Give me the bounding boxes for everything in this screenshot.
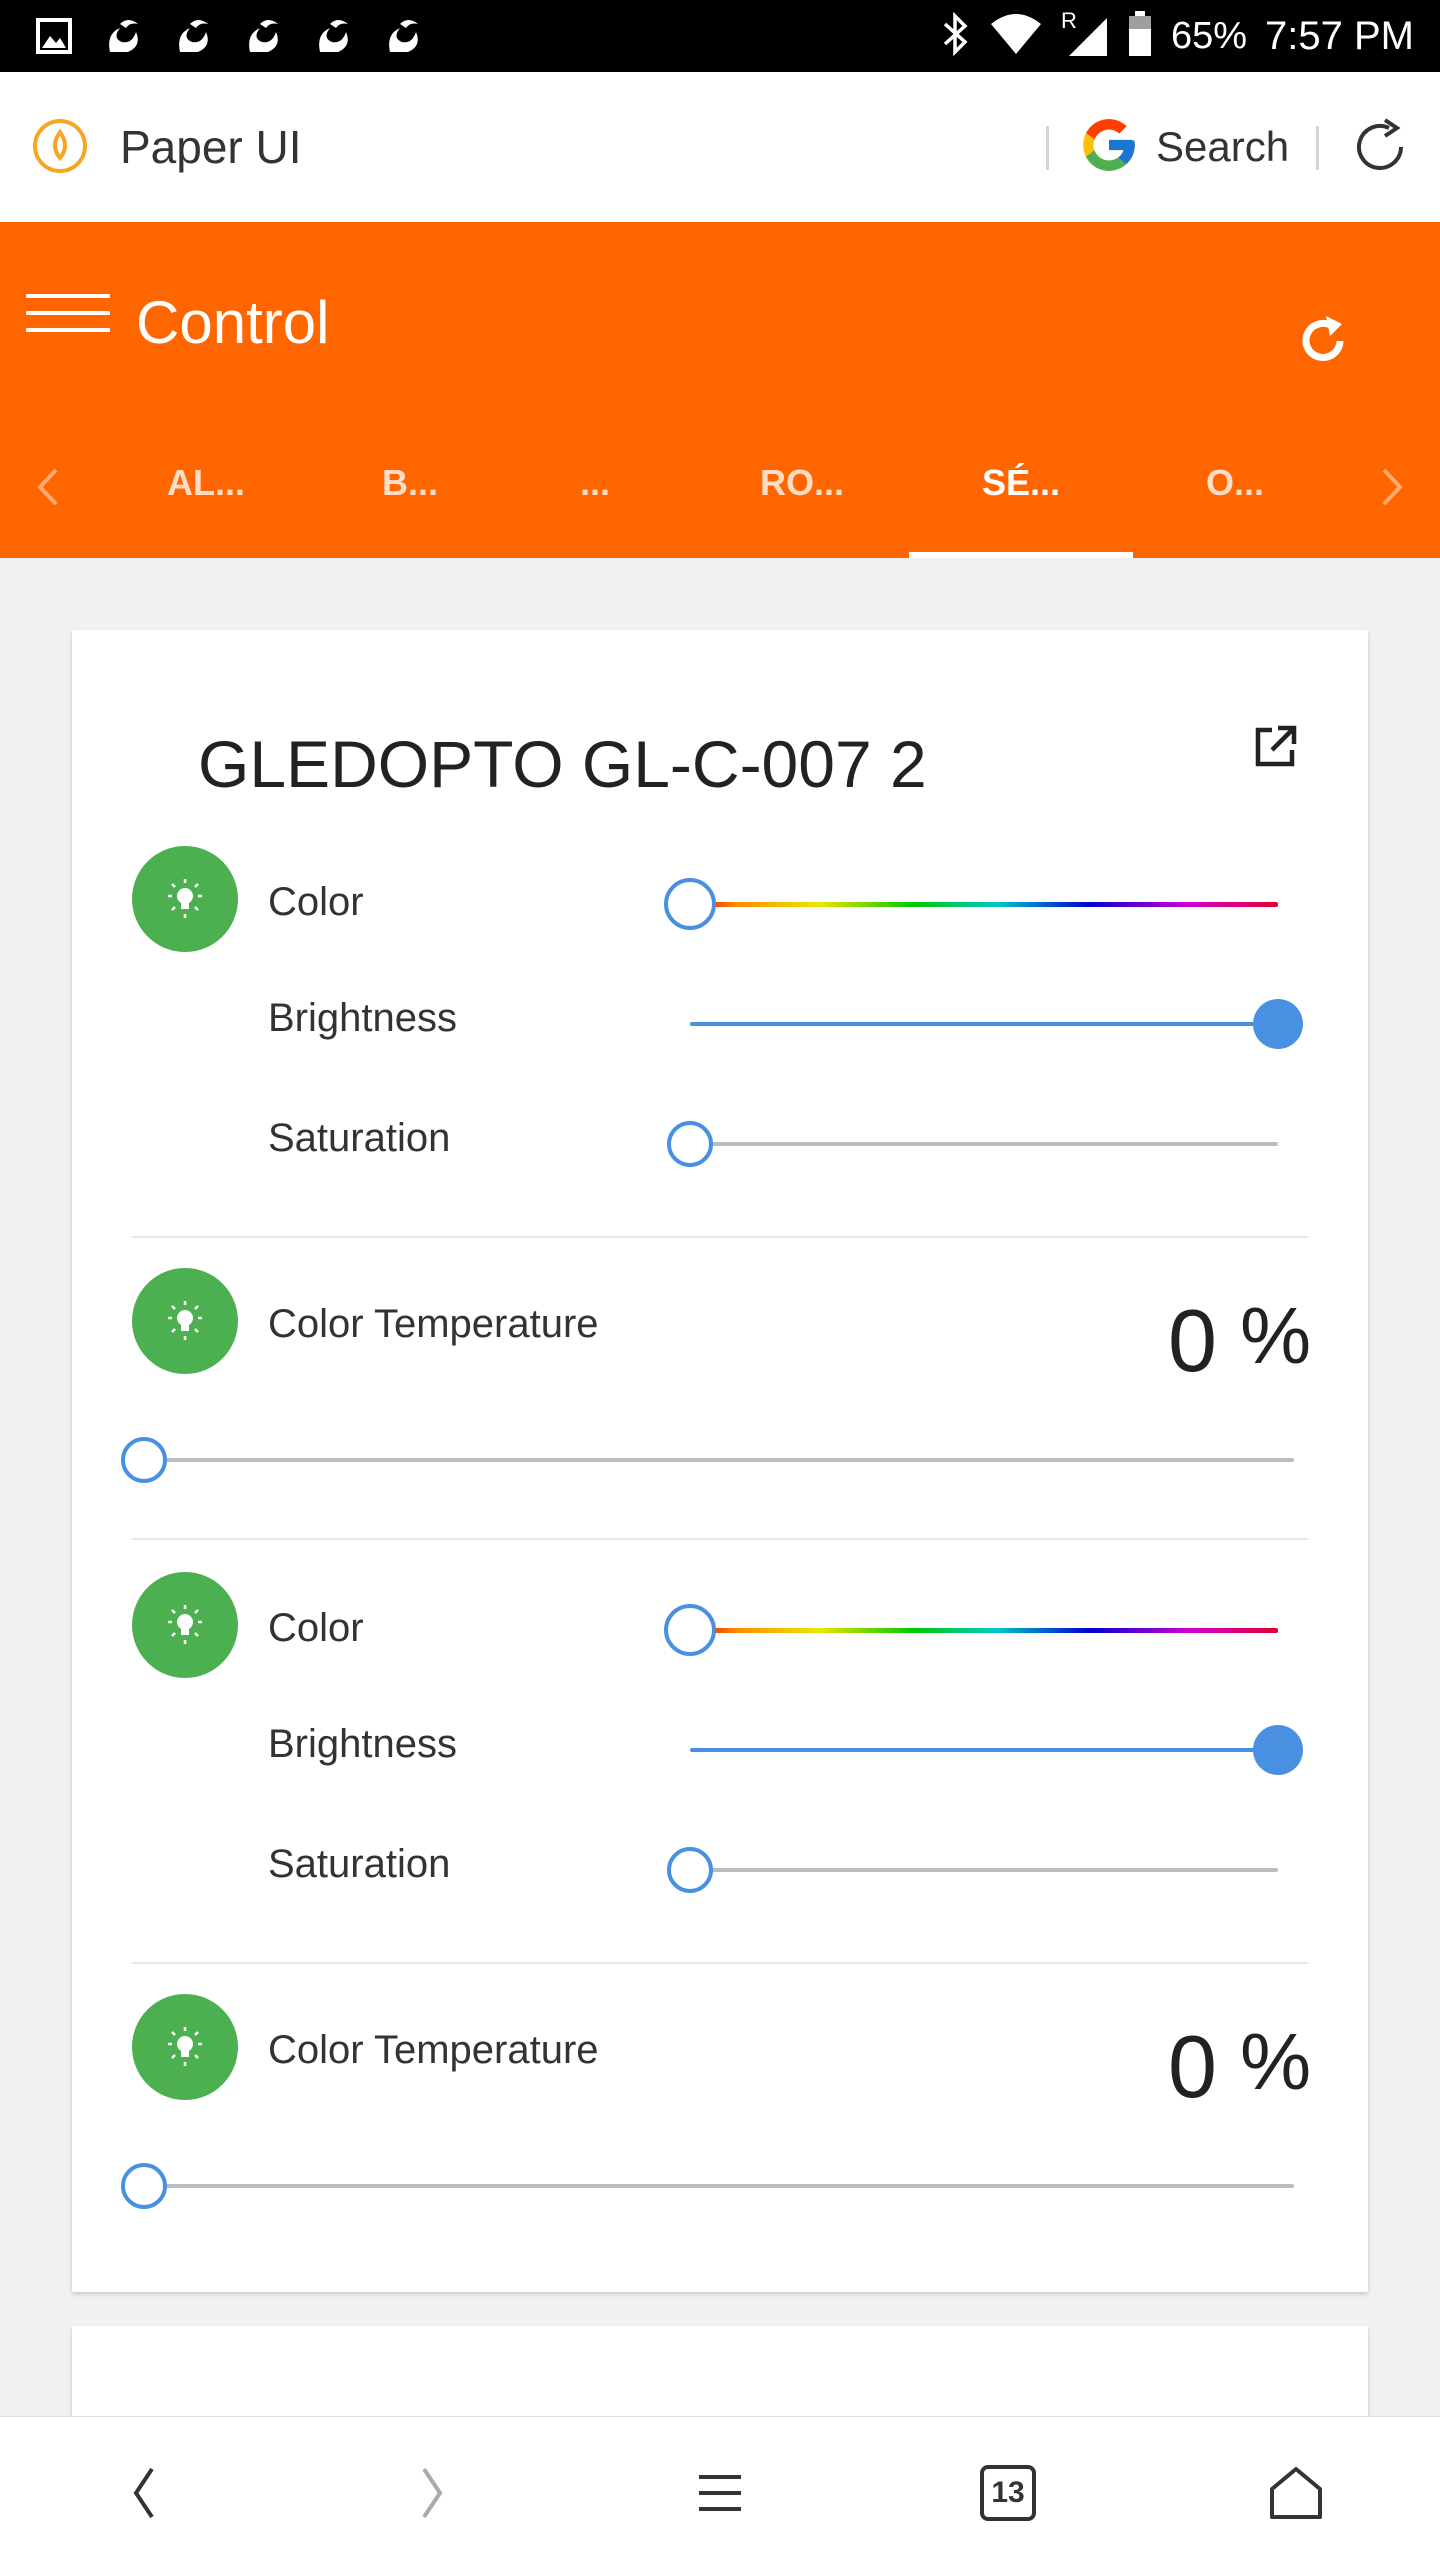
tab-count: 13 bbox=[991, 2476, 1025, 2509]
color-temperature-value: 0 bbox=[1168, 2017, 1217, 2116]
divider bbox=[1046, 126, 1049, 170]
battery-percent: 65% bbox=[1170, 14, 1248, 57]
forward-icon[interactable] bbox=[392, 2453, 472, 2533]
thing-card: GLEDOPTO GL-C-007 2 Color Brightness Sat… bbox=[72, 630, 1368, 2292]
hue-slider-track[interactable] bbox=[690, 902, 1278, 907]
saturation-label: Saturation bbox=[268, 1116, 451, 1160]
wifi-icon bbox=[989, 12, 1043, 61]
brightness-slider-thumb[interactable] bbox=[1253, 1725, 1303, 1775]
status-bar: R 65% 7:57 PM bbox=[0, 0, 1440, 72]
tab-ro[interactable]: RO... bbox=[722, 408, 882, 558]
hue-slider-thumb[interactable] bbox=[664, 878, 716, 930]
gallery-notification-icon bbox=[30, 12, 78, 60]
hue-slider-track[interactable] bbox=[690, 1628, 1278, 1633]
divider bbox=[132, 1538, 1308, 1540]
card-title: GLEDOPTO GL-C-007 2 bbox=[198, 727, 927, 801]
site-title[interactable]: Paper UI bbox=[120, 120, 302, 174]
saturation-slider-track[interactable] bbox=[690, 1868, 1278, 1872]
color-temperature-unit: % bbox=[1240, 2017, 1312, 2106]
browser-notification-icon bbox=[310, 12, 358, 60]
brightness-slider-thumb[interactable] bbox=[1253, 999, 1303, 1049]
reload-icon[interactable] bbox=[1345, 112, 1415, 182]
saturation-slider-thumb[interactable] bbox=[667, 1121, 713, 1167]
refresh-icon[interactable] bbox=[1292, 310, 1354, 372]
search-button[interactable]: Search bbox=[1078, 112, 1289, 182]
lightbulb-icon bbox=[132, 1268, 238, 1374]
brightness-label: Brightness bbox=[268, 996, 457, 1040]
color-label: Color bbox=[268, 880, 364, 924]
tabs-button[interactable]: 13 bbox=[968, 2453, 1048, 2533]
color-temperature-unit: % bbox=[1240, 1291, 1312, 1380]
clock: 7:57 PM bbox=[1265, 13, 1414, 58]
color-label: Color bbox=[268, 1606, 364, 1650]
tab-al[interactable]: AL... bbox=[132, 408, 280, 558]
tab-bar: AL... B... ... RO... SÉ... O... bbox=[0, 408, 1440, 558]
browser-notification-icon bbox=[100, 12, 148, 60]
color-temperature-value: 0 bbox=[1168, 1291, 1217, 1390]
active-tab-indicator bbox=[909, 552, 1133, 558]
brightness-label: Brightness bbox=[268, 1722, 457, 1766]
divider bbox=[132, 1236, 1308, 1238]
saturation-slider-thumb[interactable] bbox=[667, 1847, 713, 1893]
site-favicon-icon bbox=[30, 116, 90, 176]
tab-ellipsis[interactable]: ... bbox=[540, 408, 650, 558]
hamburger-menu-icon[interactable] bbox=[26, 294, 110, 338]
chevron-left-icon[interactable] bbox=[28, 462, 68, 512]
saturation-label: Saturation bbox=[268, 1842, 451, 1886]
search-label: Search bbox=[1156, 123, 1290, 170]
color-temperature-slider-track[interactable] bbox=[144, 2184, 1294, 2188]
browser-bar: Paper UI Search bbox=[0, 72, 1440, 222]
menu-icon[interactable] bbox=[680, 2453, 760, 2533]
lightbulb-icon bbox=[132, 1572, 238, 1678]
browser-notification-icon bbox=[380, 12, 428, 60]
home-icon[interactable] bbox=[1256, 2453, 1336, 2533]
lightbulb-icon bbox=[132, 1994, 238, 2100]
browser-notification-icon bbox=[170, 12, 218, 60]
google-icon bbox=[1078, 114, 1140, 181]
back-icon[interactable] bbox=[104, 2453, 184, 2533]
tab-o[interactable]: O... bbox=[1170, 408, 1300, 558]
open-external-icon[interactable] bbox=[1250, 722, 1300, 772]
color-temperature-slider-thumb[interactable] bbox=[121, 1437, 167, 1483]
browser-notification-icon bbox=[240, 12, 288, 60]
browser-bottom-nav: 13 bbox=[0, 2416, 1440, 2560]
app-header: Control AL... B... ... RO... SÉ... O... bbox=[0, 222, 1440, 558]
hue-slider-thumb[interactable] bbox=[664, 1604, 716, 1656]
color-temperature-slider-thumb[interactable] bbox=[121, 2163, 167, 2209]
divider bbox=[1316, 126, 1319, 170]
color-temperature-label: Color Temperature bbox=[268, 1302, 599, 1346]
divider bbox=[132, 1962, 1308, 1964]
signal-icon: R bbox=[1061, 8, 1109, 58]
page-title: Control bbox=[136, 289, 330, 356]
battery-icon bbox=[1127, 10, 1153, 62]
bluetooth-icon bbox=[941, 11, 971, 61]
brightness-slider-track[interactable] bbox=[690, 1022, 1278, 1026]
saturation-slider-track[interactable] bbox=[690, 1142, 1278, 1146]
brightness-slider-track[interactable] bbox=[690, 1748, 1278, 1752]
chevron-right-icon[interactable] bbox=[1372, 462, 1412, 512]
color-temperature-slider-track[interactable] bbox=[144, 1458, 1294, 1462]
tab-b[interactable]: B... bbox=[340, 408, 480, 558]
lightbulb-icon bbox=[132, 846, 238, 952]
color-temperature-label: Color Temperature bbox=[268, 2028, 599, 2072]
tab-se[interactable]: SÉ... bbox=[909, 408, 1133, 558]
